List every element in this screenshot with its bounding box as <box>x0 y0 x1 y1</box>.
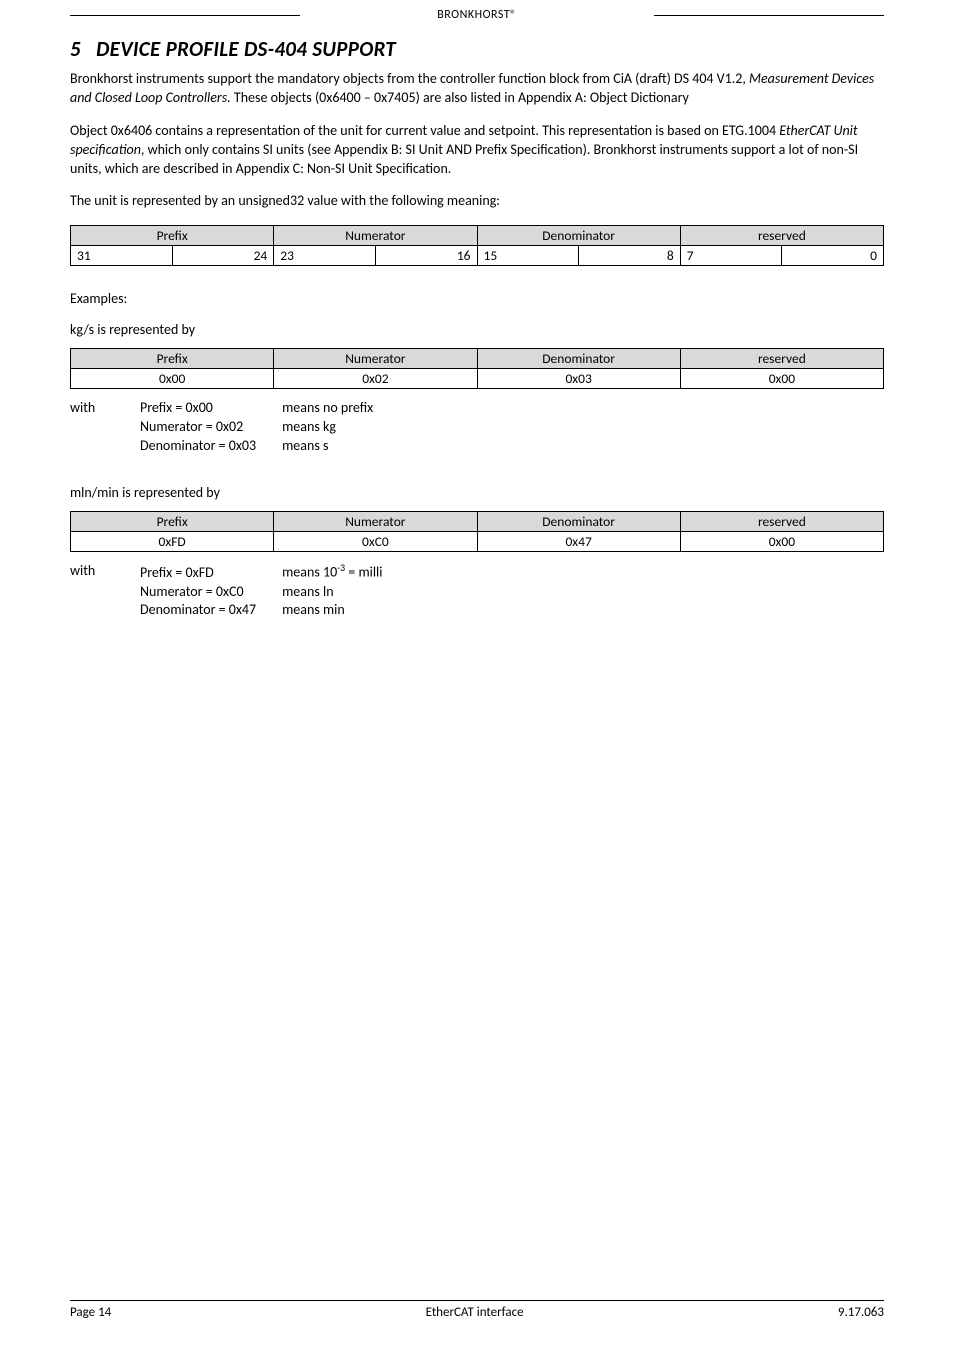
bit-31: 31 <box>71 246 173 266</box>
ex2-def0-pre: means 10 <box>282 564 337 581</box>
bit-8: 8 <box>579 246 681 266</box>
ex2-def2-key: Denominator = 0x47 <box>140 601 282 620</box>
ex2-def0-meaning: means 10-3 = milli <box>282 562 382 583</box>
ex2-h-prefix: Prefix <box>71 512 274 532</box>
bit-0: 0 <box>782 246 884 266</box>
paragraph-3: The unit is represented by an unsigned32… <box>70 192 884 211</box>
p1-a: Bronkhorst instruments support the manda… <box>70 70 749 87</box>
ex2-def0-post: = milli <box>345 564 382 581</box>
example1-label: kg/s is represented by <box>70 321 884 338</box>
ex1-def0-meaning: means no prefix <box>282 399 373 418</box>
bit-16: 16 <box>375 246 477 266</box>
example1-table: Prefix Numerator Denominator reserved 0x… <box>70 348 884 389</box>
bit-header-prefix: Prefix <box>71 226 274 246</box>
paragraph-1: Bronkhorst instruments support the manda… <box>70 70 884 108</box>
ex1-v-numerator: 0x02 <box>274 369 477 389</box>
ex2-v-reserved: 0x00 <box>680 532 883 552</box>
ex1-def1-meaning: means kg <box>282 418 373 437</box>
example2-table: Prefix Numerator Denominator reserved 0x… <box>70 511 884 552</box>
p1-c: These objects (0x6400 – 0x7405) are also… <box>231 89 689 106</box>
ex2-v-prefix: 0xFD <box>71 532 274 552</box>
page-header: BRONKHORST® <box>70 0 884 22</box>
bit-24: 24 <box>172 246 274 266</box>
section-title: DEVICE PROFILE DS-404 SUPPORT <box>96 36 396 62</box>
bit-header-numerator: Numerator <box>274 226 477 246</box>
footer-page: Page 14 <box>70 1305 111 1320</box>
ex1-def2-meaning: means s <box>282 437 373 456</box>
ex1-h-prefix: Prefix <box>71 349 274 369</box>
p2-a: Object 0x6406 contains a representation … <box>70 122 779 139</box>
ex1-h-reserved: reserved <box>680 349 883 369</box>
ex2-h-denominator: Denominator <box>477 512 680 532</box>
ex1-def2-key: Denominator = 0x03 <box>140 437 282 456</box>
header-rule-left <box>70 15 300 16</box>
bit-header-denominator: Denominator <box>477 226 680 246</box>
bit-23: 23 <box>274 246 376 266</box>
ex1-h-denominator: Denominator <box>477 349 680 369</box>
header-brand: BRONKHORST® <box>300 8 654 22</box>
with-label-2: with <box>70 562 140 620</box>
ex1-h-numerator: Numerator <box>274 349 477 369</box>
ex2-v-denominator: 0x47 <box>477 532 680 552</box>
example2-with-block: with Prefix = 0xFD means 10-3 = milli Nu… <box>70 562 884 620</box>
footer-docnum: 9.17.063 <box>838 1305 884 1320</box>
section-number: 5 <box>70 36 81 62</box>
ex1-v-prefix: 0x00 <box>71 369 274 389</box>
bit-layout-table: Prefix Numerator Denominator reserved 31… <box>70 225 884 266</box>
ex1-def1-key: Numerator = 0x02 <box>140 418 282 437</box>
header-rule-right <box>654 15 884 16</box>
ex1-v-reserved: 0x00 <box>680 369 883 389</box>
ex2-def1-meaning: means ln <box>282 583 382 602</box>
ex2-v-numerator: 0xC0 <box>274 532 477 552</box>
ex1-def0-key: Prefix = 0x00 <box>140 399 282 418</box>
ex2-def0-key: Prefix = 0xFD <box>140 562 282 583</box>
ex1-v-denominator: 0x03 <box>477 369 680 389</box>
ex2-def2-meaning: means min <box>282 601 382 620</box>
ex2-h-numerator: Numerator <box>274 512 477 532</box>
ex2-def0-sup: -3 <box>337 562 345 574</box>
bit-15: 15 <box>477 246 579 266</box>
p2-c: , which only contains SI units (see Appe… <box>70 141 858 177</box>
bit-header-reserved: reserved <box>680 226 883 246</box>
footer-title: EtherCAT interface <box>426 1305 524 1320</box>
examples-label: Examples: <box>70 290 884 307</box>
page-footer: Page 14 EtherCAT interface 9.17.063 <box>70 1300 884 1320</box>
with-label-1: with <box>70 399 140 456</box>
ex2-h-reserved: reserved <box>680 512 883 532</box>
bit-7: 7 <box>680 246 782 266</box>
section-heading: 5 DEVICE PROFILE DS-404 SUPPORT <box>70 36 884 62</box>
example2-label: mln/min is represented by <box>70 484 884 501</box>
paragraph-2: Object 0x6406 contains a representation … <box>70 122 884 179</box>
ex2-def1-key: Numerator = 0xC0 <box>140 583 282 602</box>
example1-with-block: with Prefix = 0x00 means no prefix Numer… <box>70 399 884 456</box>
footer-rule <box>70 1300 884 1301</box>
